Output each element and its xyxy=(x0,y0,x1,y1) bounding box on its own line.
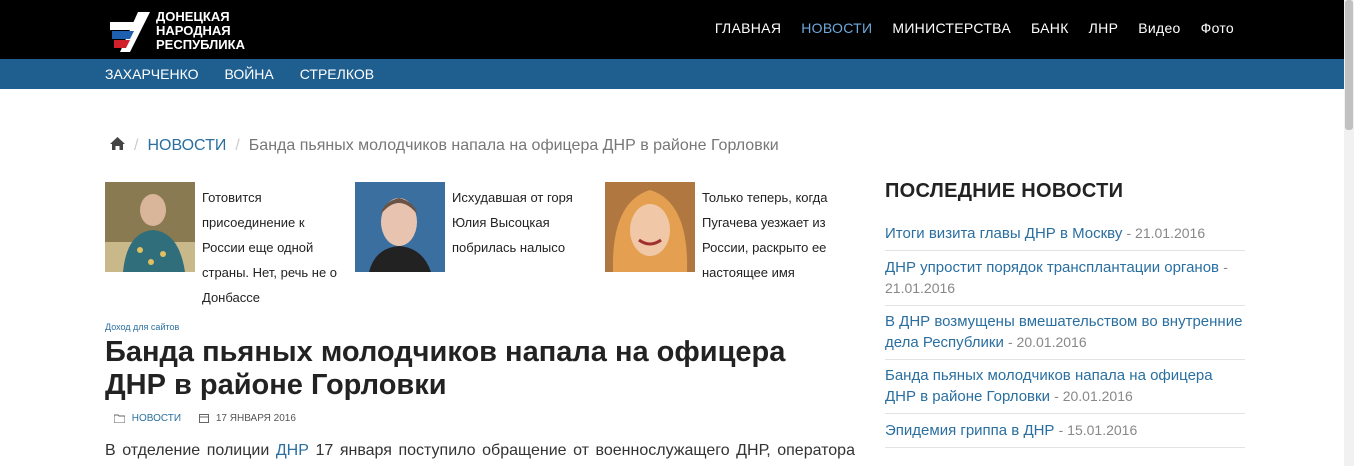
news-list-item: В ДНР возмущены вмешательством во внутре… xyxy=(885,306,1245,360)
news-item-link[interactable]: Банда пьяных молодчиков напала на офицер… xyxy=(885,367,1213,405)
top-header: ДОНЕЦКАЯ НАРОДНАЯ РЕСПУБЛИКА ГЛАВНАЯ НОВ… xyxy=(0,0,1354,59)
related-article-caption[interactable]: Исхудавшая от горя Юлия Высоцкая побрила… xyxy=(452,185,597,260)
article-meta: НОВОСТИ 17 ЯНВАРЯ 2016 xyxy=(113,413,296,424)
news-item-link[interactable]: ДНР упростит порядок трансплантации орга… xyxy=(885,259,1219,276)
news-item-date: - 20.01.2016 xyxy=(1008,334,1087,350)
news-list-item: Банда пьяных молодчиков напала на офицер… xyxy=(885,360,1245,414)
site-logo[interactable]: ДОНЕЦКАЯ НАРОДНАЯ РЕСПУБЛИКА xyxy=(108,8,248,56)
breadcrumb-separator: / xyxy=(134,137,139,154)
sub-nav-bar: ЗАХАРЧЕНКО ВОЙНА СТРЕЛКОВ xyxy=(0,59,1354,89)
article-date: 17 ЯНВАРЯ 2016 xyxy=(199,413,296,424)
article-body-text: В отделение полиции xyxy=(105,442,270,459)
home-icon[interactable] xyxy=(110,137,125,155)
subnav-item-zakharchenko[interactable]: ЗАХАРЧЕНКО xyxy=(105,66,198,82)
article-title: Банда пьяных молодчиков напала на офицер… xyxy=(105,336,786,401)
sub-nav: ЗАХАРЧЕНКО ВОЙНА СТРЕЛКОВ xyxy=(105,66,374,82)
breadcrumb: / НОВОСТИ / Банда пьяных молодчиков напа… xyxy=(110,137,779,155)
logo-text: ДОНЕЦКАЯ НАРОДНАЯ РЕСПУБЛИКА xyxy=(156,10,256,52)
scrollbar-thumb[interactable] xyxy=(1345,0,1353,130)
article-body: В отделение полиции ДНР 17 января поступ… xyxy=(105,442,855,460)
news-list-item: Итоги визита главы ДНР в Москву - 21.01.… xyxy=(885,217,1245,251)
subnav-item-strelkov[interactable]: СТРЕЛКОВ xyxy=(300,66,374,82)
article-date-text: 17 ЯНВАРЯ 2016 xyxy=(215,413,296,424)
breadcrumb-separator: / xyxy=(235,137,240,154)
related-article-photo[interactable] xyxy=(605,182,695,272)
calendar-icon xyxy=(199,414,210,424)
nav-item-bank[interactable]: БАНК xyxy=(1031,20,1069,36)
nav-item-lnr[interactable]: ЛНР xyxy=(1089,20,1119,36)
article-category-link[interactable]: НОВОСТИ xyxy=(132,413,181,424)
nav-item-photo[interactable]: Фото xyxy=(1201,20,1234,36)
logo-emblem-icon xyxy=(110,12,150,52)
related-article-caption[interactable]: Готовится присоединение к России еще одн… xyxy=(202,185,347,310)
news-list-item: ДНР упростит порядок трансплантации орга… xyxy=(885,251,1245,306)
nav-item-ministries[interactable]: МИНИСТЕРСТВА xyxy=(892,20,1011,36)
related-article-photo[interactable] xyxy=(355,182,445,272)
article-category: НОВОСТИ xyxy=(113,413,181,424)
logo-line: РЕСПУБЛИКА xyxy=(156,37,245,52)
news-item-date: - 21.01.2016 xyxy=(1126,225,1206,241)
logo-line: ДОНЕЦКАЯ xyxy=(156,9,230,24)
article-body-link[interactable]: ДНР xyxy=(276,442,309,459)
nav-item-home[interactable]: ГЛАВНАЯ xyxy=(715,20,781,36)
main-nav: ГЛАВНАЯ НОВОСТИ МИНИСТЕРСТВА БАНК ЛНР Ви… xyxy=(715,20,1234,36)
page-scrollbar[interactable] xyxy=(1344,0,1354,466)
subnav-item-war[interactable]: ВОЙНА xyxy=(224,66,273,82)
nav-item-video[interactable]: Видео xyxy=(1138,20,1180,36)
related-article-photo[interactable] xyxy=(105,182,195,272)
sponsor-link[interactable]: Доход для сайтов xyxy=(105,322,179,332)
news-item-link[interactable]: Итоги визита главы ДНР в Москву xyxy=(885,225,1122,242)
breadcrumb-current: Банда пьяных молодчиков напала на офицер… xyxy=(248,137,779,154)
related-article-caption[interactable]: Только теперь, когда Пугачева уезжает из… xyxy=(702,185,847,285)
latest-news-sidebar: ПОСЛЕДНИЕ НОВОСТИ Итоги визита главы ДНР… xyxy=(885,180,1245,448)
news-item-date: - 15.01.2016 xyxy=(1058,422,1138,438)
news-item-link[interactable]: Эпидемия гриппа в ДНР xyxy=(885,422,1054,439)
nav-item-news[interactable]: НОВОСТИ xyxy=(801,20,872,36)
article-body-text: 17 января поступило обращение от военнос… xyxy=(315,442,855,459)
news-list-item: Эпидемия гриппа в ДНР - 15.01.2016 xyxy=(885,414,1245,448)
sidebar-heading: ПОСЛЕДНИЕ НОВОСТИ xyxy=(885,180,1124,202)
logo-line: НАРОДНАЯ xyxy=(156,23,231,38)
breadcrumb-section-link[interactable]: НОВОСТИ xyxy=(147,137,226,155)
news-item-date: - 20.01.2016 xyxy=(1054,388,1133,404)
folder-icon xyxy=(113,414,126,424)
